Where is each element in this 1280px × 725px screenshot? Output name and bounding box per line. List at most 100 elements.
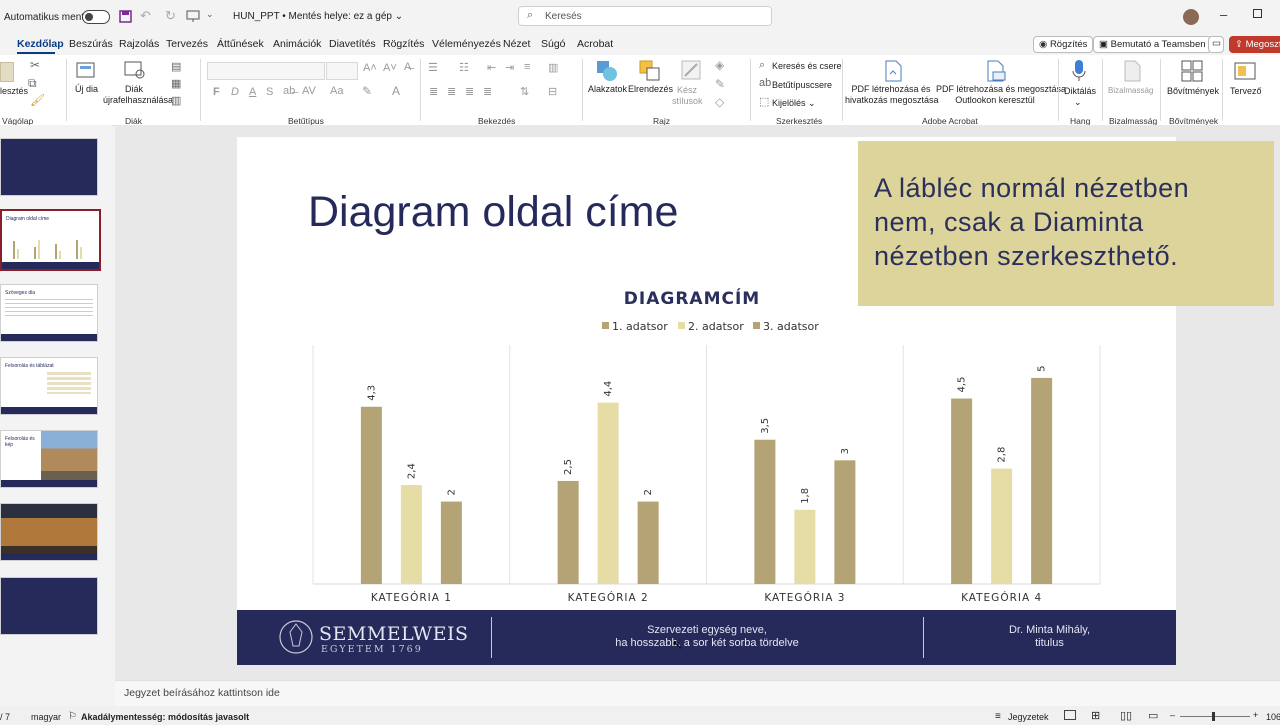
quick-styles-label[interactable]: Kész stílusok (672, 85, 703, 107)
arrange-icon[interactable] (638, 59, 662, 83)
new-slide-icon[interactable] (76, 60, 96, 80)
zoom-out-icon[interactable]: – (1170, 710, 1175, 720)
addins-icon[interactable] (1181, 60, 1203, 82)
section-icon[interactable]: ▥ (171, 94, 181, 107)
shadow-icon[interactable]: S (266, 86, 273, 98)
redo-icon[interactable]: ↻ (165, 8, 176, 24)
decrease-indent-icon[interactable]: ⇤ (487, 61, 496, 74)
pdf-outlook-icon[interactable] (985, 60, 1007, 82)
pdf-link-icon[interactable] (883, 60, 903, 82)
microphone-icon[interactable] (1072, 59, 1086, 83)
paste-icon[interactable] (0, 62, 14, 82)
pdf-share-link-button[interactable]: PDF létrehozása és hivatkozás megosztása (845, 84, 939, 106)
zoom-in-icon[interactable]: + (1253, 710, 1258, 720)
restore-icon[interactable] (1253, 9, 1262, 18)
search-box[interactable]: ⌕ Keresés (518, 6, 772, 26)
reuse-slides-icon[interactable] (124, 60, 146, 80)
footer-presenter[interactable]: Dr. Minta Mihály, titulus (977, 624, 1122, 650)
tab-view[interactable]: Nézet (503, 38, 530, 50)
shape-fill-icon[interactable]: ◈ (715, 58, 724, 72)
customize-toolbar-icon[interactable]: ⌄ (206, 9, 214, 20)
tab-design[interactable]: Tervezés (166, 38, 208, 50)
char-spacing-icon[interactable]: AV (302, 85, 316, 97)
new-slide-label[interactable]: Új dia (75, 84, 98, 94)
sensitivity-icon[interactable] (1122, 60, 1142, 82)
select-button[interactable]: Kijelölés ⌄ (772, 98, 816, 109)
quick-styles-icon[interactable] (680, 59, 702, 81)
record-button[interactable]: ◉ Rögzítés (1033, 36, 1094, 53)
change-case-icon[interactable]: Aa (330, 85, 343, 97)
numbering-icon[interactable]: ☷ (459, 61, 469, 74)
align-center-icon[interactable]: ≣ (447, 85, 456, 98)
teams-present-button[interactable]: ▣ Bemutató a Teamsben (1093, 36, 1212, 53)
font-color-icon[interactable]: A (392, 84, 400, 98)
slide-thumbnail-1[interactable] (0, 138, 98, 196)
italic-icon[interactable]: D (231, 86, 239, 98)
tab-acrobat[interactable]: Acrobat (577, 38, 613, 50)
tab-home[interactable]: Kezdőlap (17, 38, 64, 50)
paste-label[interactable]: lesztés (0, 86, 28, 96)
undo-icon[interactable]: ↶ (140, 8, 151, 24)
reuse-slides-label[interactable]: Diák újrafelhasználása (103, 84, 173, 106)
shapes-label[interactable]: Alakzatok (588, 84, 627, 94)
footer-org-unit[interactable]: Szervezeti egység neve, ha hosszabb, a so… (567, 624, 847, 650)
tab-insert[interactable]: Beszúrás (69, 38, 113, 50)
slide-thumbnail-3[interactable]: Szöveges dia (0, 284, 98, 342)
tab-review[interactable]: Véleményezés (432, 38, 501, 50)
slide-thumbnail-4[interactable]: Felsorolás és táblázat (0, 357, 98, 415)
line-spacing-icon[interactable]: ≡ (524, 61, 530, 73)
highlight-icon[interactable]: ✎ (362, 84, 372, 98)
notes-pane[interactable]: Jegyzet beírásához kattintson ide (115, 680, 1280, 707)
reset-icon[interactable]: ▦ (171, 77, 181, 90)
align-right-icon[interactable]: ≣ (465, 85, 474, 98)
save-icon[interactable] (119, 10, 132, 23)
zoom-level[interactable]: 106 (1266, 712, 1280, 722)
avatar[interactable] (1183, 9, 1199, 25)
slide-thumbnail-5[interactable]: Felsorolás és kép (0, 430, 98, 488)
underline-icon[interactable]: A (249, 86, 256, 98)
sensitivity-button[interactable]: Bizalmasság (1108, 86, 1153, 95)
normal-view-icon[interactable] (1064, 710, 1076, 720)
format-painter-icon[interactable]: 🖌 (30, 93, 45, 107)
accessibility-icon[interactable]: ⚐ (68, 711, 77, 722)
bullets-icon[interactable]: ☰ (428, 61, 438, 74)
align-text-icon[interactable]: ⊟ (548, 85, 557, 98)
tab-record[interactable]: Rögzítés (383, 38, 424, 50)
decrease-font-icon[interactable]: A˅ (383, 62, 397, 74)
copy-icon[interactable]: ⧉ (28, 76, 37, 91)
dictate-dropdown-icon[interactable]: ⌄ (1074, 97, 1082, 108)
zoom-slider[interactable] (1180, 716, 1250, 717)
arrange-label[interactable]: Elrendezés (628, 84, 673, 94)
layout-icon[interactable]: ▤ (171, 60, 181, 73)
cut-icon[interactable]: ✂ (30, 58, 40, 72)
slide-title[interactable]: Diagram oldal címe (308, 188, 678, 237)
addins-button[interactable]: Bővítmények (1167, 86, 1219, 96)
autosave-toggle[interactable] (82, 10, 110, 24)
shape-outline-icon[interactable]: ✎ (715, 77, 725, 91)
clear-format-icon[interactable]: A̶ (404, 61, 411, 73)
tab-draw[interactable]: Rajzolás (119, 38, 159, 50)
increase-indent-icon[interactable]: ⇥ (505, 61, 514, 74)
bold-icon[interactable]: F (213, 86, 220, 98)
pdf-outlook-button[interactable]: PDF létrehozása és megosztása Outlookon k… (936, 84, 1066, 106)
document-title[interactable]: HUN_PPT • Mentés helye: ez a gép ⌄ (233, 11, 403, 22)
slide-counter[interactable]: / 7 (0, 712, 10, 722)
shapes-icon[interactable] (595, 59, 619, 83)
present-icon[interactable] (186, 10, 200, 23)
increase-font-icon[interactable]: A˄ (363, 62, 377, 74)
font-size-dropdown[interactable] (326, 62, 358, 80)
notes-icon[interactable]: ≡ (995, 711, 1001, 722)
designer-button[interactable]: Tervező (1230, 86, 1262, 96)
accessibility-status[interactable]: Akadálymentesség: módosítás javasolt (81, 712, 249, 722)
find-replace-button[interactable]: Keresés és csere (772, 61, 842, 71)
slideshow-icon[interactable]: ▭ (1148, 709, 1158, 722)
tab-transitions[interactable]: Áttűnések (217, 38, 264, 50)
slide-sorter-icon[interactable]: ⊞ (1091, 709, 1100, 722)
select-icon[interactable]: ⬚ (759, 95, 769, 108)
bar-chart[interactable]: DIAGRAMCÍM 1. adatsor 2. adatsor 3. adatso… (237, 280, 1176, 610)
slide-thumbnail-2[interactable]: Diagram oldal címe (0, 209, 101, 271)
comments-button[interactable]: ▭ (1208, 36, 1224, 53)
tab-animations[interactable]: Animációk (273, 38, 321, 50)
columns-icon[interactable]: ▥ (548, 61, 558, 74)
font-name-dropdown[interactable] (207, 62, 325, 80)
